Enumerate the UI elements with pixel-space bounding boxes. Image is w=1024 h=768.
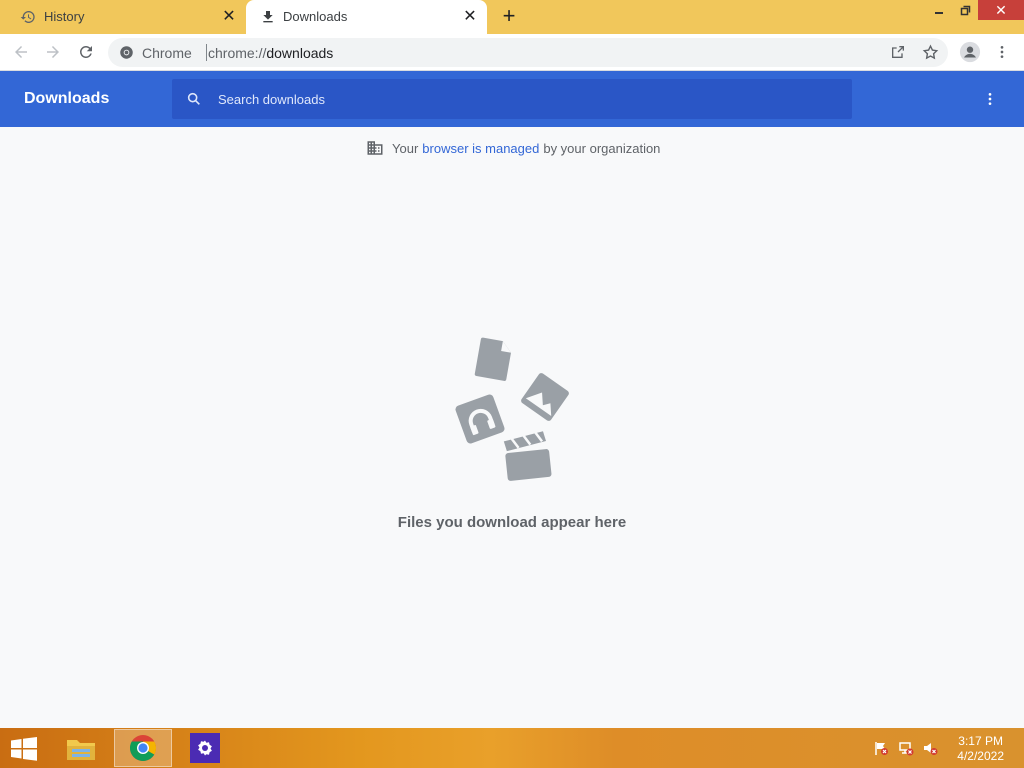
history-icon <box>20 11 35 23</box>
search-input[interactable] <box>218 89 818 109</box>
share-button[interactable] <box>886 40 910 64</box>
bookmark-button[interactable] <box>918 40 942 64</box>
empty-downloads-illustration <box>455 337 569 481</box>
search-icon <box>187 92 200 105</box>
downloads-menu-button[interactable] <box>978 87 1002 111</box>
back-button[interactable] <box>9 40 33 64</box>
taskbar-file-explorer[interactable] <box>52 729 110 767</box>
action-center-flag-icon[interactable] <box>873 740 889 756</box>
downloads-header: Downloads <box>0 71 1024 127</box>
clock-time: 3:17 PM <box>958 734 1003 748</box>
address-bar[interactable]: Chrome chrome://downloads <box>108 38 948 67</box>
forward-button[interactable] <box>41 40 65 64</box>
omnibox-separator <box>206 44 207 61</box>
windows-taskbar: 3:17 PM 4/2/2022 <box>0 728 1024 768</box>
image-icon <box>521 373 569 421</box>
tab-strip: History ✕ Downloads ✕ + ✕ <box>0 0 1024 34</box>
audio-icon <box>455 394 505 444</box>
video-icon <box>503 431 552 481</box>
download-icon <box>263 11 273 23</box>
url-scheme: chrome:// <box>208 45 267 61</box>
managed-prefix: Your <box>392 140 419 156</box>
network-icon[interactable] <box>898 740 914 756</box>
avatar-icon <box>959 41 981 63</box>
chrome-logo-icon <box>129 735 157 762</box>
close-tab-icon[interactable]: ✕ <box>220 8 238 26</box>
page-title: Downloads <box>24 90 110 107</box>
close-window-button[interactable]: ✕ <box>978 0 1024 20</box>
clock-date: 4/2/2022 <box>957 749 1004 763</box>
reload-icon <box>79 45 92 58</box>
taskbar-settings[interactable] <box>176 729 234 767</box>
share-icon <box>892 46 904 58</box>
empty-state-message: Files you download appear here <box>397 514 627 531</box>
folder-icon <box>67 740 95 760</box>
browser-toolbar: Chrome chrome://downloads <box>0 34 1024 71</box>
windows-start-icon[interactable] <box>9 737 39 761</box>
managed-link[interactable]: browser is managed <box>422 141 539 156</box>
forward-arrow-icon <box>47 46 59 58</box>
managed-suffix: by your organization <box>543 140 661 156</box>
back-arrow-icon <box>15 46 27 58</box>
profile-button[interactable] <box>958 40 982 64</box>
minimize-icon <box>935 12 943 14</box>
star-icon <box>922 43 938 59</box>
search-box[interactable] <box>172 79 852 119</box>
chrome-icon <box>120 46 133 59</box>
taskbar-chrome[interactable] <box>114 729 172 767</box>
reload-button[interactable] <box>74 40 98 64</box>
more-vert-icon <box>988 93 992 105</box>
tab-title: Downloads <box>283 9 348 24</box>
managed-notice: Your browser is managed by your organiza… <box>366 139 660 157</box>
tab-downloads[interactable]: Downloads ✕ <box>246 0 487 34</box>
window-controls: ✕ <box>926 0 1024 22</box>
system-clock[interactable]: 3:17 PM 4/2/2022 <box>957 734 1004 764</box>
building-icon <box>367 141 383 155</box>
document-icon <box>474 337 511 381</box>
close-icon: ✕ <box>995 1 1007 18</box>
new-tab-button[interactable]: + <box>498 5 520 28</box>
minimize-button[interactable] <box>926 0 952 20</box>
volume-muted-icon[interactable] <box>922 740 938 756</box>
settings-gear-icon <box>190 733 220 763</box>
url-path: downloads <box>266 45 334 61</box>
site-label: Chrome <box>142 45 192 61</box>
restore-button[interactable] <box>952 0 978 20</box>
url-text: chrome://downloads <box>208 45 333 61</box>
tab-history[interactable]: History ✕ <box>0 0 246 34</box>
restore-icon <box>960 5 970 15</box>
tab-title: History <box>44 9 85 24</box>
chrome-menu-button[interactable] <box>990 40 1014 64</box>
more-vert-icon <box>1000 46 1004 58</box>
close-tab-icon[interactable]: ✕ <box>461 8 479 26</box>
